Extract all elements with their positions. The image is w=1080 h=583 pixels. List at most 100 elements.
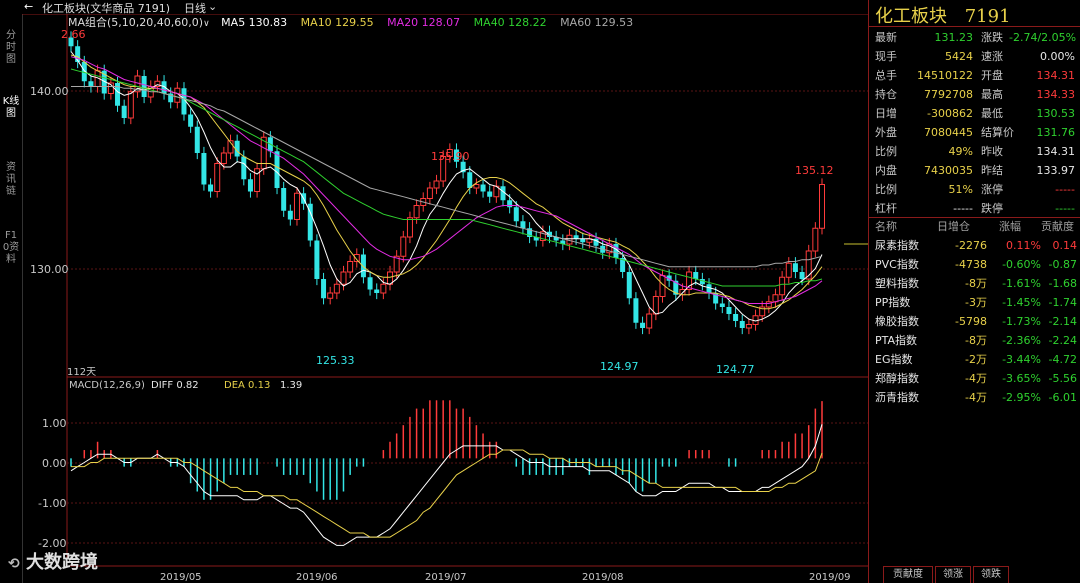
table-row-name[interactable]: PP指数 (875, 293, 910, 312)
kline-chart-area[interactable]: 140.00 130.00 2.66 1.00 0.00 -1.00 -2.00… (22, 0, 868, 583)
low-annotation-2: 124.97 (600, 360, 639, 373)
candle-body (785, 262, 792, 278)
candle-body (121, 105, 127, 118)
tab-news-chain[interactable]: 资讯链 (2, 162, 20, 198)
candle-body (400, 236, 407, 257)
watermark-text: 大数跨境 (26, 552, 99, 573)
tab-contribution[interactable]: 贡献度 (883, 566, 933, 583)
quote-label: 最新 (875, 31, 897, 44)
tab-f10-info[interactable]: F10资料 (2, 230, 20, 266)
tab-leading-up[interactable]: 领涨 (935, 566, 971, 583)
macd-value: 1.39 (280, 380, 302, 391)
quote-label: 外盘 (875, 126, 897, 139)
table-row-contrib: -4.72 (1048, 353, 1077, 366)
col-header-chg[interactable]: 涨幅 (999, 217, 1021, 236)
candle-body (739, 321, 745, 328)
quote-panel: 化工板块 7191 最新 131.23 涨跌 -2.74/2.05% 现手 542… (868, 0, 1080, 583)
macd-title: MACD(12,26,9) (69, 380, 145, 391)
table-row-name[interactable]: 尿素指数 (875, 236, 919, 255)
candle-body (293, 192, 300, 220)
quote-label: 速涨 (981, 50, 1003, 63)
candle-body (573, 235, 579, 239)
candle-body (487, 191, 493, 197)
high-annotation-2: 135.12 (795, 164, 834, 177)
col-header-name[interactable]: 名称 (875, 217, 897, 236)
quote-label: 总手 (875, 69, 897, 82)
quote-label: 涨跌 (981, 31, 1003, 44)
tab-leading-down[interactable]: 领跌 (973, 566, 1009, 583)
candle-body (374, 289, 380, 293)
quote-label: 最低 (981, 107, 1003, 120)
candle-body (314, 240, 320, 279)
ma-chevron-icon[interactable]: ∨ (203, 19, 210, 29)
candle-body (333, 283, 340, 294)
table-row-name[interactable]: 塑料指数 (875, 274, 919, 293)
quote-label: 杠杆 (875, 202, 897, 215)
quote-label: 比例 (875, 145, 897, 158)
table-row-inc: -4738 (955, 258, 987, 271)
candle-body (413, 205, 420, 219)
table-row-name[interactable]: PTA指数 (875, 331, 917, 350)
table-row-contrib: -5.56 (1048, 372, 1077, 385)
date-label-may: 2019/05 (160, 572, 202, 583)
ma60-value: MA60 129.53 (560, 16, 634, 29)
ma-group-label[interactable]: MA组合(5,10,20,40,60,0) (68, 16, 203, 29)
chevron-down-icon[interactable]: ⌄ (208, 0, 217, 13)
table-row-contrib: -2.24 (1048, 334, 1077, 347)
candle-body (241, 156, 247, 180)
table-row-contrib: -6.01 (1048, 391, 1077, 404)
quote-value: 134.33 (1036, 88, 1076, 101)
tab-kline-chart[interactable]: K线图 (2, 96, 20, 120)
table-row-name[interactable]: PVC指数 (875, 255, 919, 274)
table-row-inc: -2276 (955, 239, 987, 252)
table-row-chg: -2.36% (1002, 334, 1041, 347)
table-row-name[interactable]: 沥青指数 (875, 388, 919, 407)
col-header-contrib[interactable]: 贡献度 (1041, 217, 1074, 236)
table-row-contrib: -1.74 (1048, 296, 1077, 309)
quote-value: 131.23 (934, 31, 974, 44)
candle-body (220, 152, 227, 164)
table-row-inc: -4万 (965, 391, 987, 404)
quote-label: 涨停 (981, 183, 1003, 196)
days-label: 112天 (67, 367, 96, 378)
ma40-value: MA40 128.22 (473, 16, 547, 29)
candle-body (626, 272, 632, 299)
table-row-chg: 0.11% (1006, 239, 1041, 252)
quote-label: 最高 (981, 88, 1003, 101)
chart-header-bar: ← 化工板块(文华商品 7191) 日线 ⌄ (22, 0, 868, 15)
candle-body (812, 227, 819, 252)
candle-body (247, 179, 253, 192)
quote-label: 跌停 (981, 202, 1003, 215)
quote-value: 49% (948, 145, 973, 158)
price-label-140: 140.00 (30, 85, 69, 98)
candle-body (520, 221, 526, 229)
table-row-name[interactable]: 郑醇指数 (875, 369, 919, 388)
quote-label: 开盘 (981, 69, 1003, 82)
candle-body (274, 151, 280, 188)
quote-label: 日增 (875, 107, 897, 120)
candle-body (433, 180, 440, 189)
watermark-logo: ⟲ 大数跨境 (8, 548, 98, 574)
table-row-inc: -8万 (965, 334, 987, 347)
quote-label: 昨收 (981, 145, 1003, 158)
macd-histogram (70, 400, 823, 500)
table-row-name[interactable]: EG指数 (875, 350, 912, 369)
panel-divider (869, 26, 1080, 27)
logo-icon: ⟲ (8, 556, 20, 572)
candle-body (347, 261, 354, 273)
quote-value: 133.97 (1036, 164, 1076, 177)
table-row-chg: -3.44% (1002, 353, 1041, 366)
table-row-name[interactable]: 橡胶指数 (875, 312, 919, 331)
tab-time-chart[interactable]: 分时图 (2, 30, 20, 66)
quote-value: 7430035 (924, 164, 973, 177)
candle-body (792, 263, 798, 272)
back-arrow-icon[interactable]: ← (24, 0, 33, 13)
col-header-inc[interactable]: 日增仓 (937, 217, 970, 236)
candle-body (88, 81, 94, 87)
quote-value: 134.31 (1036, 145, 1076, 158)
candle-body (380, 283, 387, 294)
table-row-inc: -8万 (965, 277, 987, 290)
candle-body (340, 271, 347, 285)
candle-body (799, 272, 805, 279)
macd-label-m1: -1.00 (38, 497, 66, 510)
